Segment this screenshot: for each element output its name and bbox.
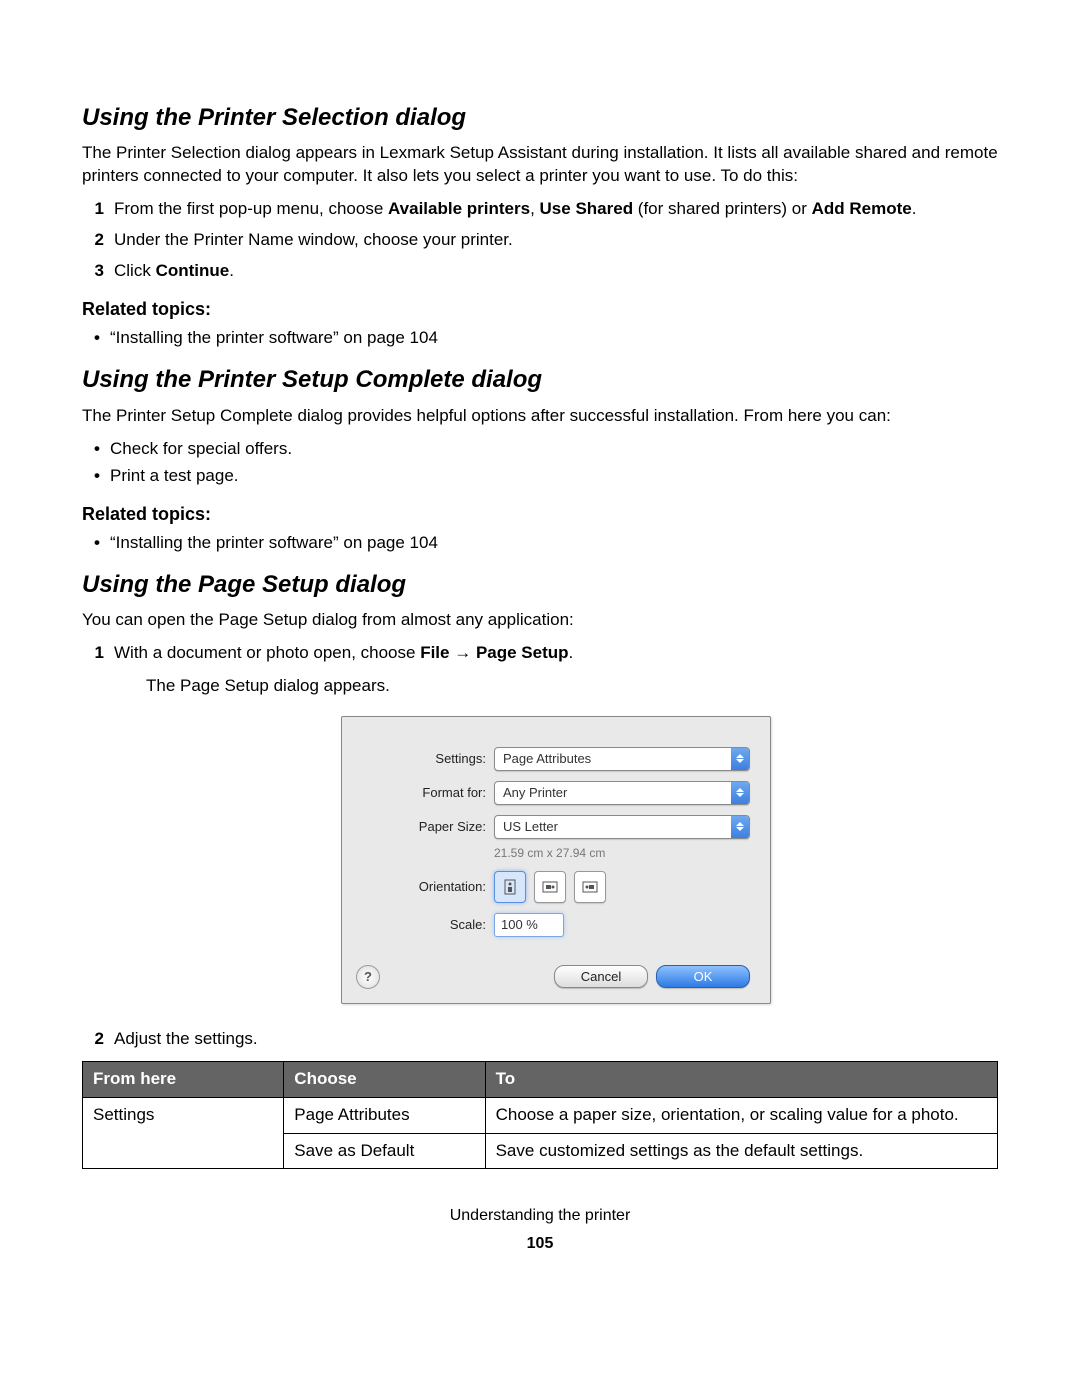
heading-page-setup: Using the Page Setup dialog (82, 569, 998, 601)
table-row: Settings Page Attributes Choose a paper … (83, 1097, 998, 1133)
portrait-icon (503, 879, 517, 895)
dropdown-arrow-icon (731, 748, 749, 770)
paper-size-label: Paper Size: (356, 818, 494, 836)
heading-setup-complete: Using the Printer Setup Complete dialog (82, 364, 998, 396)
orientation-label: Orientation: (356, 878, 494, 896)
step-text: Click (114, 261, 156, 280)
heading-printer-selection: Using the Printer Selection dialog (82, 102, 998, 134)
bullet-test-page: Print a test page. (110, 465, 998, 488)
orientation-landscape-right-button[interactable] (574, 871, 606, 903)
page-number: 105 (82, 1233, 998, 1255)
page-footer: Understanding the printer 105 (82, 1205, 998, 1254)
intro-page-setup: You can open the Page Setup dialog from … (82, 609, 998, 632)
col-to: To (485, 1061, 997, 1097)
landscape-right-icon (582, 880, 598, 894)
paper-dimensions: 21.59 cm x 27.94 cm (494, 845, 750, 861)
related-topics-heading: Related topics: (82, 502, 998, 526)
page-setup-dialog-image: Settings: Page Attributes Format for: (341, 716, 771, 1004)
dropdown-arrow-icon (731, 816, 749, 838)
bold-file: File (420, 643, 449, 662)
related-topics-list: “Installing the printer software” on pag… (82, 327, 998, 350)
orientation-landscape-left-button[interactable] (534, 871, 566, 903)
paper-size-value: US Letter (495, 818, 731, 836)
related-link[interactable]: “Installing the printer software” on pag… (110, 327, 998, 350)
step-2: 2 Under the Printer Name window, choose … (106, 229, 998, 252)
bold-add-remote: Add Remote (812, 199, 912, 218)
cancel-button[interactable]: Cancel (554, 965, 648, 989)
format-for-label: Format for: (356, 784, 494, 802)
cell-to: Choose a paper size, orientation, or sca… (485, 1097, 997, 1133)
help-button[interactable]: ? (356, 965, 380, 989)
cell-from-here: Settings (83, 1097, 284, 1169)
chapter-name: Understanding the printer (82, 1205, 998, 1227)
step-text: From the first pop-up menu, choose (114, 199, 388, 218)
related-topics-heading: Related topics: (82, 297, 998, 321)
settings-select[interactable]: Page Attributes (494, 747, 750, 771)
step-text: With a document or photo open, choose (114, 643, 420, 662)
cell-choose: Save as Default (284, 1133, 485, 1169)
format-for-select[interactable]: Any Printer (494, 781, 750, 805)
cell-to: Save customized settings as the default … (485, 1133, 997, 1169)
bold-continue: Continue (156, 261, 230, 280)
step-1: 1 With a document or photo open, choose … (106, 642, 998, 1004)
cell-choose: Page Attributes (284, 1097, 485, 1133)
intro-printer-selection: The Printer Selection dialog appears in … (82, 142, 998, 188)
bold-page-setup: Page Setup (476, 643, 569, 662)
step-1-sub: The Page Setup dialog appears. (146, 675, 998, 698)
orientation-portrait-button[interactable] (494, 871, 526, 903)
related-link[interactable]: “Installing the printer software” on pag… (110, 532, 998, 555)
dropdown-arrow-icon (731, 782, 749, 804)
ok-button[interactable]: OK (656, 965, 750, 989)
settings-table: From here Choose To Settings Page Attrib… (82, 1061, 998, 1170)
paper-size-select[interactable]: US Letter (494, 815, 750, 839)
step-2: 2 Adjust the settings. (106, 1028, 998, 1051)
page-setup-dialog: Settings: Page Attributes Format for: (341, 716, 771, 1004)
settings-value: Page Attributes (495, 750, 731, 768)
scale-label: Scale: (356, 916, 494, 934)
arrow-icon: → (450, 643, 476, 662)
steps-page-setup: 1 With a document or photo open, choose … (82, 642, 998, 1051)
col-from-here: From here (83, 1061, 284, 1097)
document-page: Using the Printer Selection dialog The P… (0, 0, 1080, 1295)
setup-complete-bullets: Check for special offers. Print a test p… (82, 438, 998, 488)
steps-printer-selection: 1 From the first pop-up menu, choose Ava… (82, 198, 998, 283)
step-text: Adjust the settings. (114, 1029, 258, 1048)
intro-setup-complete: The Printer Setup Complete dialog provid… (82, 405, 998, 428)
format-for-value: Any Printer (495, 784, 731, 802)
related-topics-list: “Installing the printer software” on pag… (82, 532, 998, 555)
step-1: 1 From the first pop-up menu, choose Ava… (106, 198, 998, 221)
step-3: 3 Click Continue. (106, 260, 998, 283)
col-choose: Choose (284, 1061, 485, 1097)
bold-use-shared: Use Shared (540, 199, 634, 218)
landscape-left-icon (542, 880, 558, 894)
step-text: Under the Printer Name window, choose yo… (114, 230, 513, 249)
settings-label: Settings: (356, 750, 494, 768)
bullet-special-offers: Check for special offers. (110, 438, 998, 461)
scale-input[interactable]: 100 % (494, 913, 564, 937)
bold-available-printers: Available printers (388, 199, 530, 218)
